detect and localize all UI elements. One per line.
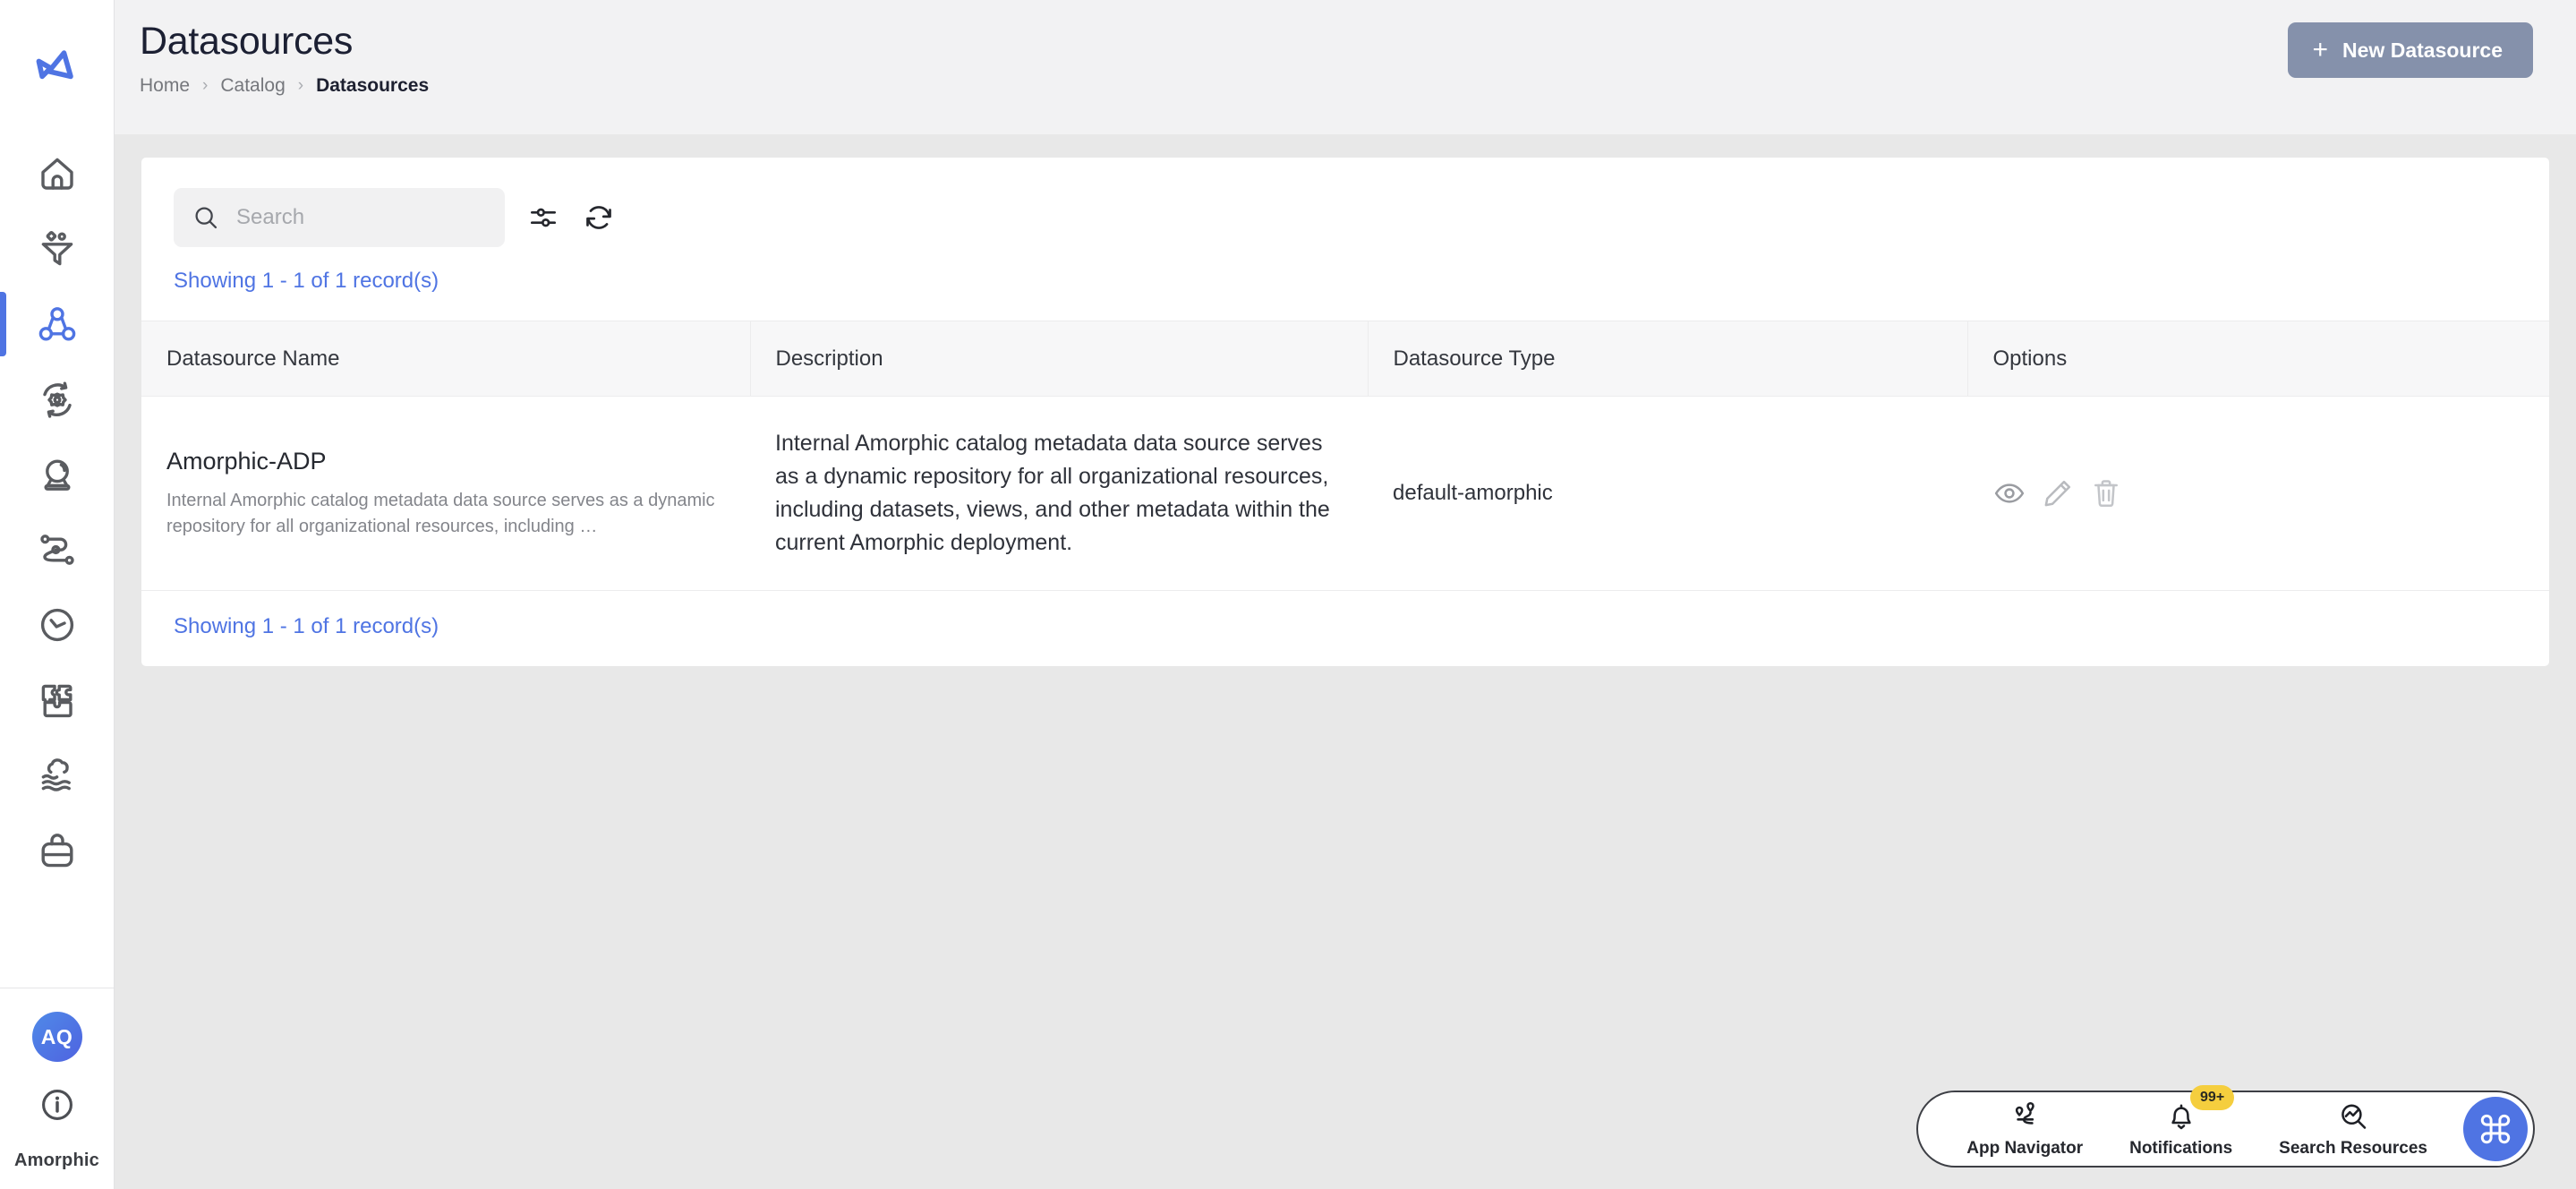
datasource-name-link[interactable]: Amorphic-ADP [166, 448, 725, 475]
sidebar-item-marketplace[interactable] [0, 813, 114, 888]
cell-description: Internal Amorphic catalog metadata data … [750, 396, 1368, 591]
sidebar-item-datalake[interactable] [0, 738, 114, 813]
datasources-table: Datasource Name Description Datasource T… [141, 321, 2549, 591]
brand-label: Amorphic [14, 1151, 99, 1170]
filter-settings-button[interactable] [526, 201, 560, 235]
page-title: Datasources [140, 20, 354, 63]
sidebar-item-workflows[interactable] [0, 512, 114, 587]
breadcrumb-item-catalog[interactable]: Catalog [220, 75, 285, 97]
breadcrumb-item-home[interactable]: Home [140, 75, 190, 97]
search-icon [195, 207, 218, 229]
new-datasource-label: New Datasource [2342, 38, 2503, 62]
page-header: Datasources Home › Catalog › Datasources… [115, 0, 2576, 134]
app-root: AQ Amorphic Datasources Home › Catalog › [0, 0, 2576, 1189]
content-area: Showing 1 - 1 of 1 record(s) Datasource … [115, 134, 2576, 1189]
pencil-icon [2044, 480, 2071, 507]
records-count-bottom[interactable]: Showing 1 - 1 of 1 record(s) [174, 614, 2517, 639]
sidebar-item-ingestion[interactable] [0, 211, 114, 287]
delete-datasource-button[interactable] [2089, 476, 2123, 510]
column-header-datasource-type[interactable]: Datasource Type [1368, 321, 1968, 397]
records-count-top[interactable]: Showing 1 - 1 of 1 record(s) [174, 269, 2517, 294]
route-pin-icon [2016, 1102, 2034, 1125]
info-icon [41, 1090, 73, 1120]
breadcrumb: Home › Catalog › Datasources [140, 75, 429, 97]
trash-icon [2094, 480, 2118, 508]
search-chart-icon [2341, 1104, 2367, 1129]
chevron-right-icon: › [297, 76, 304, 96]
clock-icon [40, 608, 73, 642]
table-body: Amorphic-ADP Internal Amorphic catalog m… [141, 396, 2549, 591]
view-datasource-button[interactable] [1992, 476, 2026, 510]
card-footer: Showing 1 - 1 of 1 record(s) [141, 591, 2549, 666]
dock-label-notifications: Notifications [2129, 1139, 2233, 1158]
sidebar-item-automation[interactable] [0, 362, 114, 437]
eye-icon [1994, 483, 2025, 503]
refresh-icon [586, 206, 611, 229]
refresh-button[interactable] [582, 201, 616, 235]
gear-sync-icon [42, 381, 72, 418]
row-actions [1992, 476, 2524, 510]
column-header-datasource-name[interactable]: Datasource Name [141, 321, 751, 397]
datasource-name-subtitle: Internal Amorphic catalog metadata data … [166, 491, 715, 536]
sidebar-nav [0, 136, 114, 888]
table-head: Datasource Name Description Datasource T… [141, 321, 2549, 397]
workflow-icon [39, 535, 74, 565]
floating-dock: App Navigator 99+ Notifications Search R… [1916, 1085, 2535, 1168]
puzzle-icon [41, 684, 73, 718]
search-box[interactable] [174, 188, 505, 247]
card-toolbar-area: Showing 1 - 1 of 1 record(s) [141, 158, 2549, 294]
cell-datasource-name: Amorphic-ADP Internal Amorphic catalog m… [141, 396, 750, 591]
breadcrumb-item-datasources: Datasources [316, 75, 430, 97]
dock-item-search-resources[interactable]: Search Resources [2256, 1099, 2451, 1159]
sidebar-item-extensions[interactable] [0, 663, 114, 738]
cell-datasource-type: default-amorphic [1368, 396, 1967, 591]
home-icon [40, 158, 73, 190]
command-palette-button[interactable] [2463, 1097, 2528, 1161]
dock-label-app-navigator: App Navigator [1966, 1139, 2084, 1158]
catalog-icon [38, 307, 75, 341]
cell-options [1967, 396, 2549, 591]
column-header-description[interactable]: Description [750, 321, 1369, 397]
sliders-icon [530, 208, 557, 227]
table-header-row: Datasource Name Description Datasource T… [141, 321, 2549, 397]
avatar[interactable]: AQ [31, 1012, 82, 1062]
dock-label-search-resources: Search Resources [2279, 1139, 2427, 1158]
main-area: Datasources Home › Catalog › Datasources… [115, 0, 2576, 1189]
notifications-badge: 99+ [2190, 1085, 2235, 1110]
search-input[interactable] [236, 205, 487, 230]
sidebar-item-home[interactable] [0, 136, 114, 211]
column-header-options: Options [1967, 321, 2549, 397]
sidebar: AQ Amorphic [0, 0, 115, 1189]
plus-icon: + [2312, 35, 2329, 64]
sidebar-item-schedules[interactable] [0, 587, 114, 663]
dock-item-app-navigator[interactable]: App Navigator [1943, 1099, 2106, 1159]
amorphic-logo-icon [36, 50, 73, 80]
app-logo[interactable] [0, 0, 114, 136]
table-row[interactable]: Amorphic-ADP Internal Amorphic catalog m… [141, 396, 2549, 591]
funnel-icon [41, 230, 73, 266]
dock-item-notifications[interactable]: 99+ Notifications [2106, 1085, 2256, 1159]
description-text: Internal Amorphic catalog metadata data … [775, 431, 1330, 555]
info-button[interactable] [38, 1085, 77, 1129]
datasources-card: Showing 1 - 1 of 1 record(s) Datasource … [141, 158, 2549, 666]
bag-icon [40, 834, 73, 868]
new-datasource-button[interactable]: + New Datasource [2287, 22, 2533, 78]
chevron-right-icon: › [202, 76, 209, 96]
command-icon [2480, 1114, 2511, 1144]
header-left: Datasources Home › Catalog › Datasources [140, 20, 429, 97]
cloud-waves-icon [41, 758, 71, 791]
sidebar-item-insights[interactable] [0, 437, 114, 512]
toolbar [174, 188, 2517, 247]
sidebar-footer: AQ Amorphic [0, 988, 114, 1189]
crystal-ball-icon [43, 459, 71, 491]
sidebar-item-catalog[interactable] [0, 287, 114, 362]
edit-datasource-button[interactable] [2041, 476, 2075, 510]
